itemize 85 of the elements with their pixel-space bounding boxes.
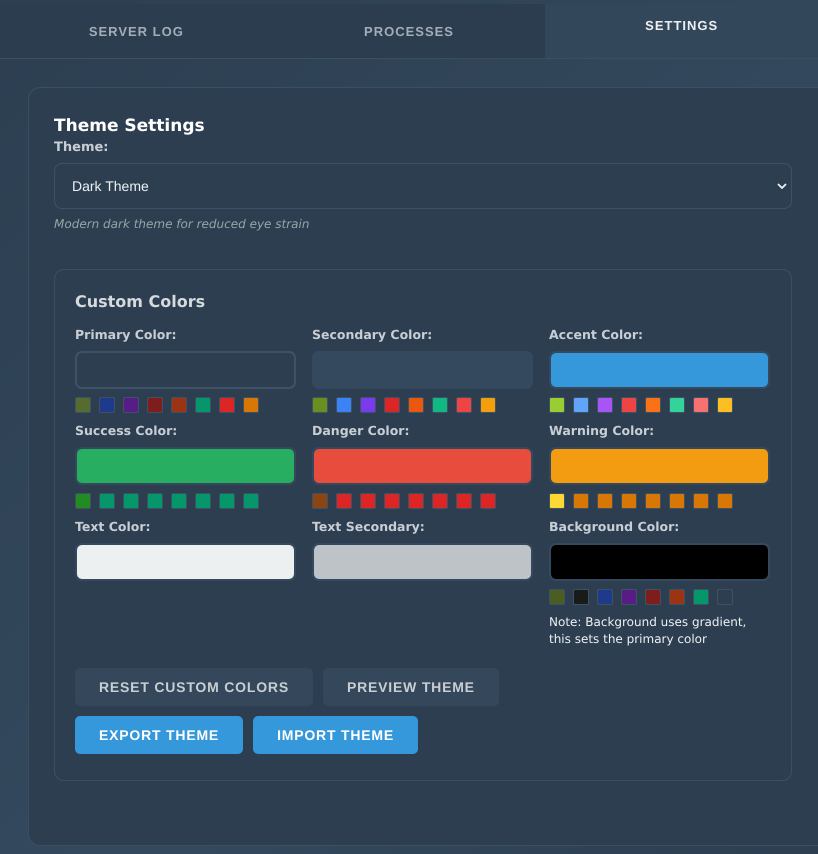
color-swatch[interactable] bbox=[549, 397, 565, 413]
color-swatch[interactable] bbox=[573, 589, 589, 605]
color-swatch[interactable] bbox=[147, 493, 163, 509]
theme-select[interactable]: Dark Theme bbox=[54, 163, 792, 209]
action-button[interactable]: IMPORT THEME bbox=[253, 716, 418, 754]
color-swatch[interactable] bbox=[669, 493, 685, 509]
color-swatch[interactable] bbox=[171, 397, 187, 413]
color-swatch[interactable] bbox=[693, 397, 709, 413]
color-input[interactable] bbox=[75, 447, 296, 485]
color-swatch[interactable] bbox=[573, 493, 589, 509]
color-swatch[interactable] bbox=[171, 493, 187, 509]
color-swatch[interactable] bbox=[243, 493, 259, 509]
color-swatch[interactable] bbox=[693, 493, 709, 509]
color-swatch[interactable] bbox=[717, 397, 733, 413]
color-swatch[interactable] bbox=[645, 493, 661, 509]
color-swatch[interactable] bbox=[573, 397, 589, 413]
color-swatch[interactable] bbox=[312, 493, 328, 509]
color-swatch[interactable] bbox=[549, 589, 565, 605]
color-swatch[interactable] bbox=[693, 589, 709, 605]
color-swatch[interactable] bbox=[669, 589, 685, 605]
color-input[interactable] bbox=[549, 447, 770, 485]
color-swatch[interactable] bbox=[480, 397, 496, 413]
color-swatch[interactable] bbox=[432, 397, 448, 413]
color-swatch[interactable] bbox=[99, 493, 115, 509]
color-swatch[interactable] bbox=[384, 493, 400, 509]
color-swatch[interactable] bbox=[360, 493, 376, 509]
color-swatch[interactable] bbox=[621, 397, 637, 413]
color-input[interactable] bbox=[549, 543, 770, 581]
color-swatch[interactable] bbox=[243, 397, 259, 413]
field-label: Text Secondary: bbox=[312, 519, 426, 534]
color-swatch[interactable] bbox=[219, 493, 235, 509]
color-swatch[interactable] bbox=[123, 397, 139, 413]
color-input[interactable] bbox=[312, 447, 533, 485]
color-swatch[interactable] bbox=[456, 493, 472, 509]
section-title: Custom Colors bbox=[75, 292, 206, 311]
color-swatch[interactable] bbox=[219, 397, 235, 413]
color-swatch[interactable] bbox=[456, 397, 472, 413]
color-swatch[interactable] bbox=[597, 589, 613, 605]
color-swatch[interactable] bbox=[549, 493, 565, 509]
color-swatch[interactable] bbox=[717, 493, 733, 509]
note-text: Note: Background uses gradient, this sets the primary color bbox=[549, 614, 748, 648]
field-label: Theme: bbox=[54, 140, 110, 155]
tab[interactable]: PROCESSES bbox=[272, 4, 546, 58]
color-swatch[interactable] bbox=[645, 589, 661, 605]
color-swatch[interactable] bbox=[597, 397, 613, 413]
field-label: Danger Color: bbox=[312, 423, 410, 438]
color-swatch[interactable] bbox=[384, 397, 400, 413]
tab[interactable]: SERVER LOG bbox=[0, 4, 273, 58]
color-swatch[interactable] bbox=[336, 493, 352, 509]
color-swatch[interactable] bbox=[147, 397, 163, 413]
section-title: Theme Settings bbox=[54, 116, 206, 136]
color-swatch[interactable] bbox=[75, 397, 91, 413]
color-swatch[interactable] bbox=[408, 397, 424, 413]
action-button[interactable]: RESET CUSTOM COLORS bbox=[75, 668, 313, 706]
field-label: Background Color: bbox=[549, 519, 680, 534]
field-label: Secondary Color: bbox=[312, 327, 434, 342]
action-button[interactable]: PREVIEW THEME bbox=[322, 668, 499, 706]
color-swatch[interactable] bbox=[408, 493, 424, 509]
color-swatch[interactable] bbox=[432, 493, 448, 509]
color-input[interactable] bbox=[549, 351, 770, 389]
color-swatch[interactable] bbox=[336, 397, 352, 413]
color-swatch[interactable] bbox=[597, 493, 613, 509]
chevron-down-icon bbox=[777, 183, 787, 189]
color-swatch[interactable] bbox=[621, 493, 637, 509]
action-button[interactable]: EXPORT THEME bbox=[75, 716, 244, 754]
color-input[interactable] bbox=[312, 543, 533, 581]
field-label: Accent Color: bbox=[549, 327, 644, 342]
theme-description: Modern dark theme for reduced eye strain bbox=[54, 217, 310, 231]
color-swatch[interactable] bbox=[480, 493, 496, 509]
color-swatch[interactable] bbox=[195, 493, 211, 509]
color-swatch[interactable] bbox=[312, 397, 328, 413]
color-input[interactable] bbox=[75, 543, 296, 581]
field-label: Warning Color: bbox=[549, 423, 656, 438]
color-swatch[interactable] bbox=[99, 397, 115, 413]
field-label: Success Color: bbox=[75, 423, 178, 438]
color-swatch[interactable] bbox=[669, 397, 685, 413]
color-swatch[interactable] bbox=[123, 493, 139, 509]
tab[interactable]: SETTINGS bbox=[545, 4, 818, 58]
color-swatch[interactable] bbox=[645, 397, 661, 413]
field-label: Text Color: bbox=[75, 519, 152, 534]
color-swatch[interactable] bbox=[621, 589, 637, 605]
color-swatch[interactable] bbox=[75, 493, 91, 509]
field-label: Primary Color: bbox=[75, 327, 178, 342]
color-swatch[interactable] bbox=[195, 397, 211, 413]
color-swatch[interactable] bbox=[360, 397, 376, 413]
